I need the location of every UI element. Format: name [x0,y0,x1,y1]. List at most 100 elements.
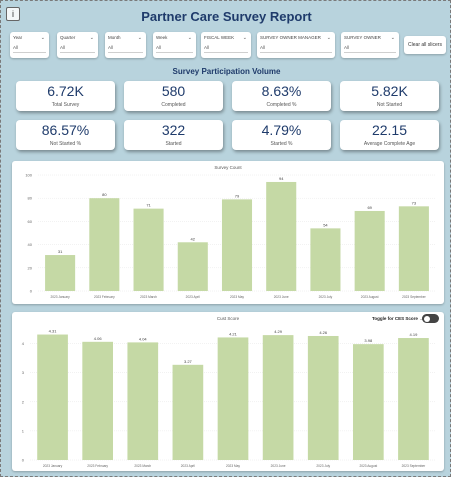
survey-count-chart: Survey Count 0 20 40 60 80 100 31 2023 January 80… [25,165,436,299]
data-label: 80 [102,192,107,197]
data-label: 54 [323,222,328,227]
chevron-down-icon: ⌄ [187,35,192,41]
filter-fiscal-week[interactable]: FISCAL WEEK ⌄ All [201,32,251,58]
bar-5 [217,337,249,460]
data-label: 4.26 [319,330,328,335]
bar-4 [172,364,204,460]
clear-all-slicers-button[interactable]: Clear all slicers [404,36,446,54]
data-label: 4.04 [139,336,148,341]
bar-6 [262,335,294,460]
y-tick-label: 40 [28,242,33,247]
kpi-label: Started [165,141,182,147]
chart-title: Cust Score [217,316,240,321]
chevron-down-icon: ⌄ [390,35,395,41]
kpi-label: Average Complete Age [363,141,416,147]
kpi-value: 580 [161,83,186,99]
data-label: 79 [235,193,240,198]
toggle-knob [424,315,430,322]
kpi-card-total-survey: 6.72K Total Survey [16,81,115,111]
cust-score-panel: Cust Score 0 1 2 3 4 4.31 2023 January 4.06 2023 … [12,312,444,471]
y-tick-label: 80 [28,196,33,201]
page-title: Partner Care Survey Report [141,9,312,24]
bar-2 [89,198,120,291]
x-tick-label: 2023 July [319,295,333,299]
bar-7 [307,335,339,460]
bar-5 [221,199,253,291]
x-tick-label: 2023 April [181,464,195,468]
x-tick-label: 2023 January [43,464,63,468]
bar-1 [37,334,68,460]
data-label: 4.31 [49,329,58,334]
bar-9 [398,338,429,460]
y-tick-label: 3 [22,370,25,375]
bar-8 [352,344,384,460]
data-label: 73 [412,200,417,205]
filter-quarter[interactable]: Quarter ⌄ All [57,32,98,58]
filter-value: All [13,45,19,50]
kpi-card-started-pct: 4.79% Started % [232,120,331,150]
kpi-label: Total Survey [51,102,80,108]
x-tick-label: 2023 March [140,295,157,299]
filter-month[interactable]: Month ⌄ All [105,32,146,58]
x-tick-label: 2023 September [402,464,427,468]
x-tick-label: 2023 September [402,295,427,299]
bar-6 [266,181,297,291]
bar-8 [354,210,385,291]
x-tick-label: 2023 May [230,295,244,299]
kpi-value: 8.63% [261,83,302,99]
filter-week[interactable]: Week ⌄ All [153,32,196,58]
filter-label: Quarter [60,35,76,40]
filter-survey-owner[interactable]: SURVEY OWNER ⌄ All [341,32,399,58]
kpi-label: Started % [270,141,293,147]
x-tick-label: 2023 February [87,464,108,468]
filter-label: SURVEY OWNER [344,35,381,40]
kpi-value: 4.79% [261,122,302,138]
y-tick-label: 1 [22,428,25,433]
filter-underline [60,52,95,53]
kpi-card-completed-pct: 8.63% Completed % [232,81,331,111]
data-label: 3.27 [184,359,193,364]
data-label: 4.19 [410,332,419,337]
x-tick-label: 2023 July [316,464,330,468]
chevron-down-icon: ⌄ [89,35,94,41]
kpi-value: 86.57% [41,122,90,138]
chevron-down-icon: ⌄ [326,35,331,41]
filter-label: Month [108,35,121,40]
x-tick-label: 2023 August [361,295,379,299]
y-tick-label: 60 [28,219,33,224]
y-tick-label: 0 [30,289,33,294]
toggle-label: Toggle for CES Score → [372,316,424,321]
bar-2 [82,341,114,460]
x-tick-label: 2023 August [359,464,377,468]
kpi-label: Not Started % [49,141,82,147]
bar-9 [398,206,429,291]
filter-underline [204,52,248,53]
filter-year[interactable]: Year ⌄ All [10,32,49,58]
kpi-label: Completed [161,102,186,108]
filter-underline [260,52,332,53]
filter-value: All [344,45,350,50]
data-label: 3.98 [364,338,373,343]
y-tick-label: 0 [22,458,25,463]
bar-7 [310,228,341,291]
bar-3 [127,342,159,460]
data-label: 4.06 [94,336,103,341]
x-tick-label: 2023 March [134,464,151,468]
ces-score-toggle[interactable] [422,314,439,323]
filter-survey-owner-manager[interactable]: SURVEY OWNER MANAGER ⌄ All [257,32,335,58]
data-label: 69 [367,205,372,210]
x-tick-label: 2023 February [94,295,115,299]
filter-label: SURVEY OWNER MANAGER [260,35,321,40]
filter-underline [13,52,46,53]
filter-value: All [204,45,210,50]
kpi-card-not-started-pct: 86.57% Not Started % [16,120,115,150]
bar-3 [133,208,164,291]
filter-value: All [260,45,266,50]
data-label: 4.29 [274,329,283,334]
filter-label: Week [156,35,168,40]
report-canvas: i Partner Care Survey Report Year ⌄ All … [0,0,451,477]
filter-underline [156,52,193,53]
kpi-value: 322 [161,122,186,138]
survey-count-panel: Survey Count 0 20 40 60 80 100 31 2023 January 80… [12,161,444,304]
kpi-value: 6.72K [47,83,84,99]
